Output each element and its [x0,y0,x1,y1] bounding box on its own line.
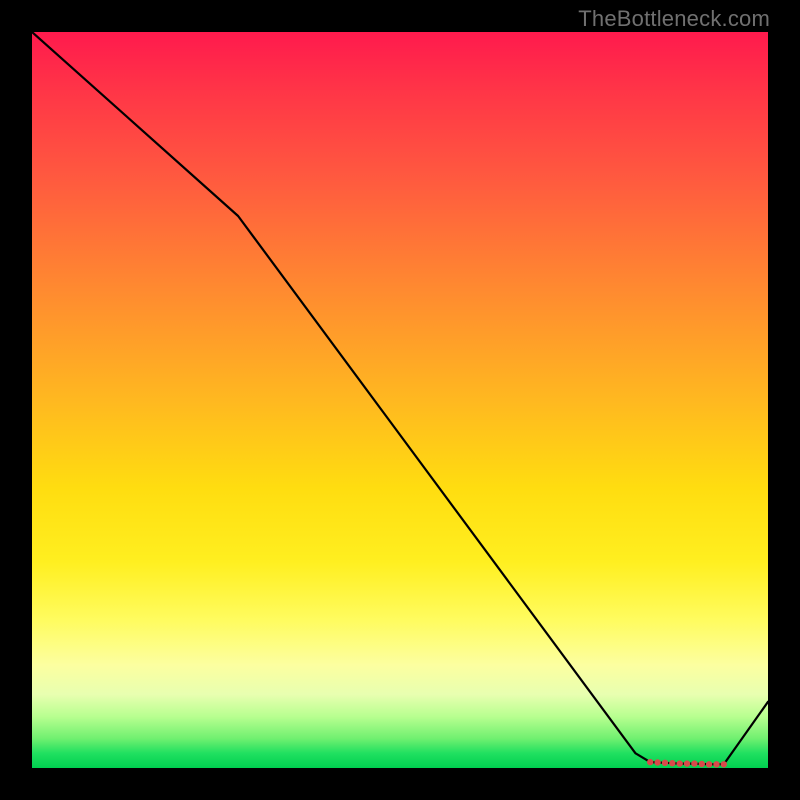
watermark-text: TheBottleneck.com [578,6,770,32]
marker-dot [654,759,660,765]
marker-dot [706,761,712,767]
marker-dot [713,761,719,767]
data-curve [32,32,768,764]
marker-dot [699,761,705,767]
plot-area [32,32,768,768]
marker-dot [662,760,668,766]
marker-dot [669,760,675,766]
marker-dot [691,760,697,766]
marker-dot [721,761,727,767]
marker-dot [677,760,683,766]
marker-group [647,759,727,768]
marker-dot [647,759,653,765]
marker-dot [684,760,690,766]
chart-svg [32,32,768,768]
chart-frame: TheBottleneck.com [0,0,800,800]
